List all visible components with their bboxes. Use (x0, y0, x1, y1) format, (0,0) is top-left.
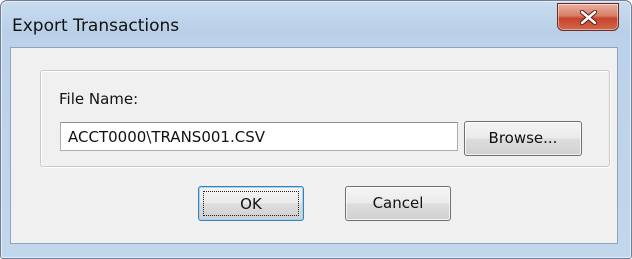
title-bar[interactable]: Export Transactions (1, 1, 631, 47)
export-transactions-dialog: Export Transactions File Name: Browse...… (0, 0, 632, 259)
dialog-title: Export Transactions (12, 16, 180, 36)
ok-button[interactable]: OK (198, 186, 304, 221)
dialog-body: File Name: Browse... OK Cancel (10, 47, 618, 244)
cancel-button[interactable]: Cancel (345, 186, 451, 221)
file-name-input[interactable] (60, 122, 458, 151)
file-name-label: File Name: (59, 90, 139, 108)
ok-button-label: OK (203, 191, 299, 216)
close-button[interactable] (557, 3, 619, 31)
close-icon (580, 10, 597, 25)
browse-button[interactable]: Browse... (464, 121, 582, 156)
